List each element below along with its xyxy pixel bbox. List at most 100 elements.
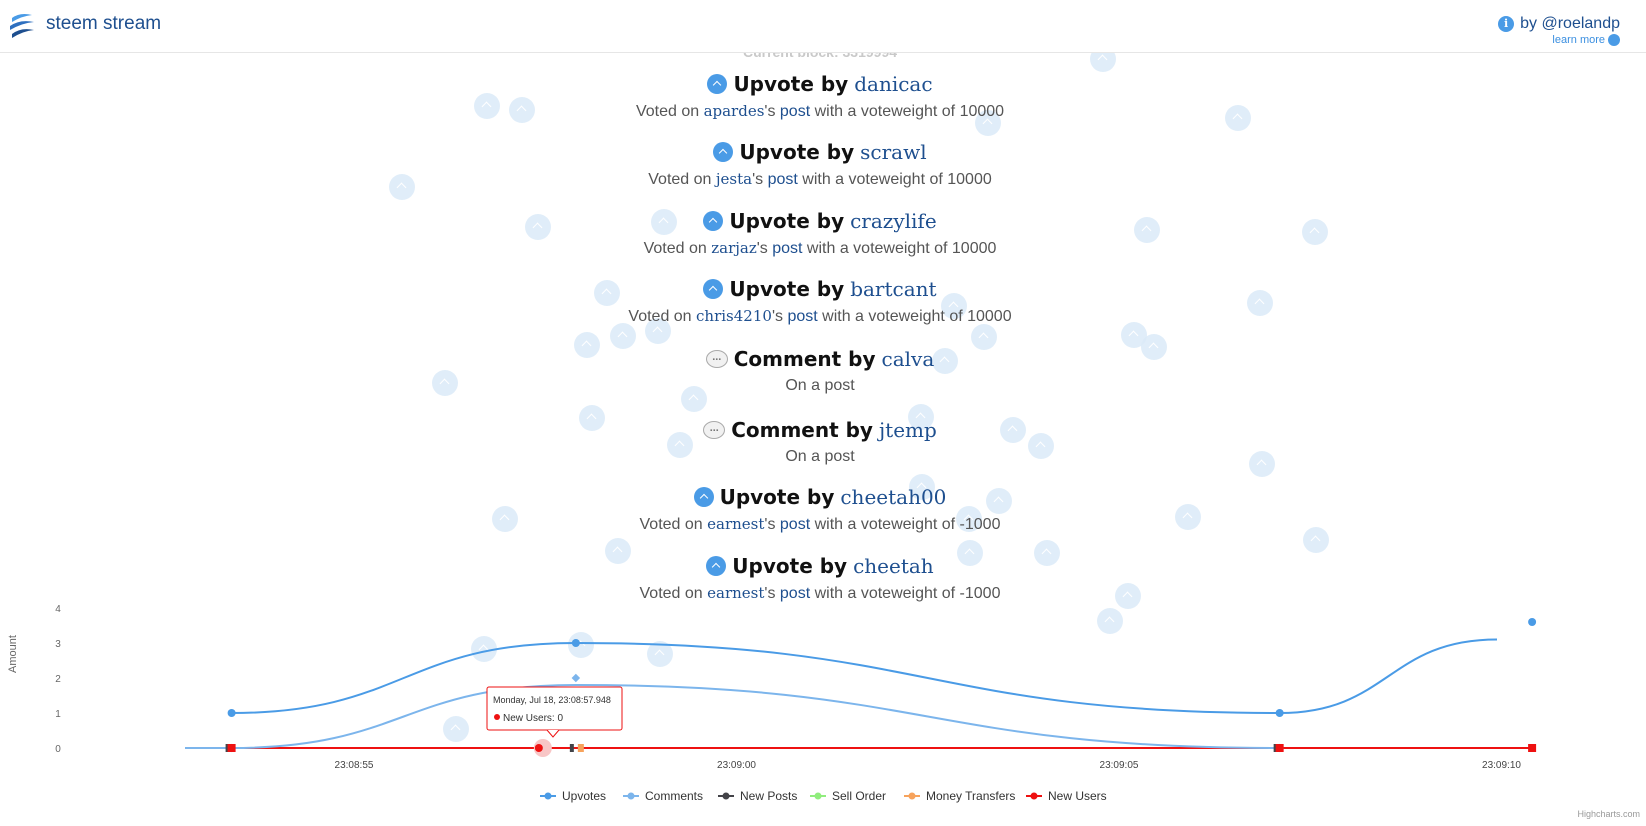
event-title: … Comment by calva (0, 347, 1640, 371)
author-link[interactable]: earnest (707, 515, 764, 533)
event-user-link[interactable]: crazylife (850, 209, 937, 233)
event-verb: Upvote by (729, 277, 845, 301)
legend-item-sell-order[interactable]: Sell Order (832, 789, 886, 803)
author-link[interactable]: zarjaz (711, 239, 757, 257)
event-detail: Voted on earnest's post with a voteweigh… (0, 515, 1640, 534)
chevron-up-icon (1608, 34, 1620, 46)
new-users-point[interactable] (227, 744, 236, 752)
event-detail: Voted on zarjaz's post with a voteweight… (0, 239, 1640, 258)
event-prefix: Voted on (648, 171, 716, 188)
comments-point[interactable] (571, 673, 581, 683)
event-user-link[interactable]: danicac (854, 72, 932, 96)
y-axis-label: Amount (7, 635, 19, 673)
legend-item-money-transfers[interactable]: Money Transfers (926, 789, 1015, 803)
event-user-link[interactable]: scrawl (860, 140, 926, 164)
post-link[interactable]: post (772, 240, 802, 257)
app-header: steem stream i by @roelandp learn more (0, 0, 1646, 53)
new-users-point[interactable] (1275, 744, 1284, 752)
new-users-point[interactable] (534, 744, 543, 752)
legend-symbol[interactable] (814, 792, 822, 800)
author-link[interactable]: chris4210 (696, 307, 772, 325)
stream-event: … Comment by jtemp On a post (0, 418, 1640, 466)
steem-logo-icon[interactable] (8, 10, 38, 40)
y-tick-label: 0 (55, 744, 61, 755)
x-tick-label: 23:09:00 (717, 760, 756, 771)
y-tick-label: 4 (55, 604, 61, 615)
event-prefix: Voted on (635, 103, 704, 120)
tooltip-marker (494, 714, 500, 720)
author-link[interactable]: jesta (716, 170, 752, 188)
event-verb: Upvote by (732, 554, 848, 578)
legend-item-new-users[interactable]: New Users (1048, 789, 1107, 803)
event-detail: Voted on apardes's post with a voteweigh… (0, 102, 1640, 121)
event-verb: Upvote by (733, 72, 849, 96)
upvotes-point[interactable] (1528, 618, 1537, 626)
chart-credits[interactable]: Highcharts.com (1577, 809, 1640, 819)
legend-item-comments[interactable]: Comments (645, 789, 703, 803)
event-user-link[interactable]: cheetah (853, 554, 934, 578)
event-verb: Comment by (731, 418, 873, 442)
post-link[interactable]: post (780, 103, 810, 120)
event-user-link[interactable]: calva (882, 347, 935, 371)
info-icon[interactable]: i (1498, 16, 1515, 32)
event-user-link[interactable]: bartcant (850, 277, 936, 301)
activity-chart: 0 1 2 3 4 Amount 23:08:55 23:09:00 23:09:05 23:09… (0, 590, 1646, 821)
post-link[interactable]: post (787, 308, 817, 325)
learn-more-link[interactable]: learn more (1552, 34, 1620, 46)
upvotes-point[interactable] (1275, 709, 1284, 717)
event-user-link[interactable]: jtemp (879, 418, 937, 442)
possessive: 's (764, 516, 780, 533)
legend-symbol[interactable] (627, 792, 635, 800)
x-tick-label: 23:09:10 (1482, 760, 1521, 771)
stream-event: Upvote by bartcant Voted on chris4210's po… (0, 277, 1640, 326)
y-tick-label: 1 (55, 709, 61, 720)
upvote-icon (703, 279, 724, 299)
upvote-icon (713, 142, 734, 162)
legend-symbol[interactable] (1030, 792, 1038, 800)
event-title: Upvote by cheetah (0, 554, 1640, 578)
event-title: Upvote by danicac (0, 72, 1640, 96)
stream-event: Upvote by scrawl Voted on jesta's post wit… (0, 140, 1640, 189)
event-detail: Voted on jesta's post with a voteweight … (0, 170, 1640, 189)
comment-icon: … (703, 421, 726, 439)
upvotes-point[interactable] (571, 639, 580, 647)
legend-item-new-posts[interactable]: New Posts (740, 789, 797, 803)
money-transfers-point[interactable] (577, 744, 584, 752)
post-link[interactable]: post (768, 171, 798, 188)
learn-more-label[interactable]: learn more (1552, 34, 1605, 46)
author-link[interactable]: apardes (704, 102, 765, 120)
legend-symbol[interactable] (544, 792, 552, 800)
new-users-point[interactable] (1528, 744, 1537, 752)
new-posts-point[interactable] (569, 744, 574, 752)
event-detail: On a post (785, 377, 855, 394)
stream-event: Upvote by cheetah00 Voted on earnest's pos… (0, 485, 1640, 534)
event-user-link[interactable]: cheetah00 (840, 485, 946, 509)
legend-symbol[interactable] (722, 792, 730, 800)
event-detail: Voted on chris4210's post with a votewei… (0, 307, 1640, 326)
possessive: 's (771, 308, 788, 325)
y-tick-label: 2 (55, 674, 61, 685)
brand-title[interactable]: steem stream (46, 13, 161, 35)
possessive: 's (764, 103, 780, 120)
author-link[interactable]: i by @roelandp (1498, 15, 1620, 33)
event-prefix: Voted on (639, 516, 708, 533)
author-label[interactable]: by @roelandp (1520, 15, 1620, 33)
upvotes-point[interactable] (227, 709, 236, 717)
comments-line (184, 683, 1280, 749)
event-title: Upvote by scrawl (0, 140, 1640, 164)
event-prefix: Voted on (643, 240, 712, 257)
upvote-icon (703, 211, 724, 231)
voteweight-text: with a voteweight of 10000 (802, 240, 997, 257)
possessive: 's (752, 171, 768, 188)
event-title: Upvote by bartcant (0, 277, 1640, 301)
upvote-icon (706, 556, 727, 576)
voteweight-text: with a voteweight of 10000 (817, 308, 1012, 325)
legend-item-upvotes[interactable]: Upvotes (562, 789, 606, 803)
voteweight-text: with a voteweight of 10000 (797, 171, 992, 188)
post-link[interactable]: post (780, 516, 810, 533)
voteweight-text: with a voteweight of -1000 (810, 516, 1001, 533)
upvote-icon (693, 487, 714, 507)
legend-symbol[interactable] (908, 792, 916, 800)
event-title: Upvote by crazylife (0, 209, 1640, 233)
event-detail: On a post (785, 448, 855, 465)
